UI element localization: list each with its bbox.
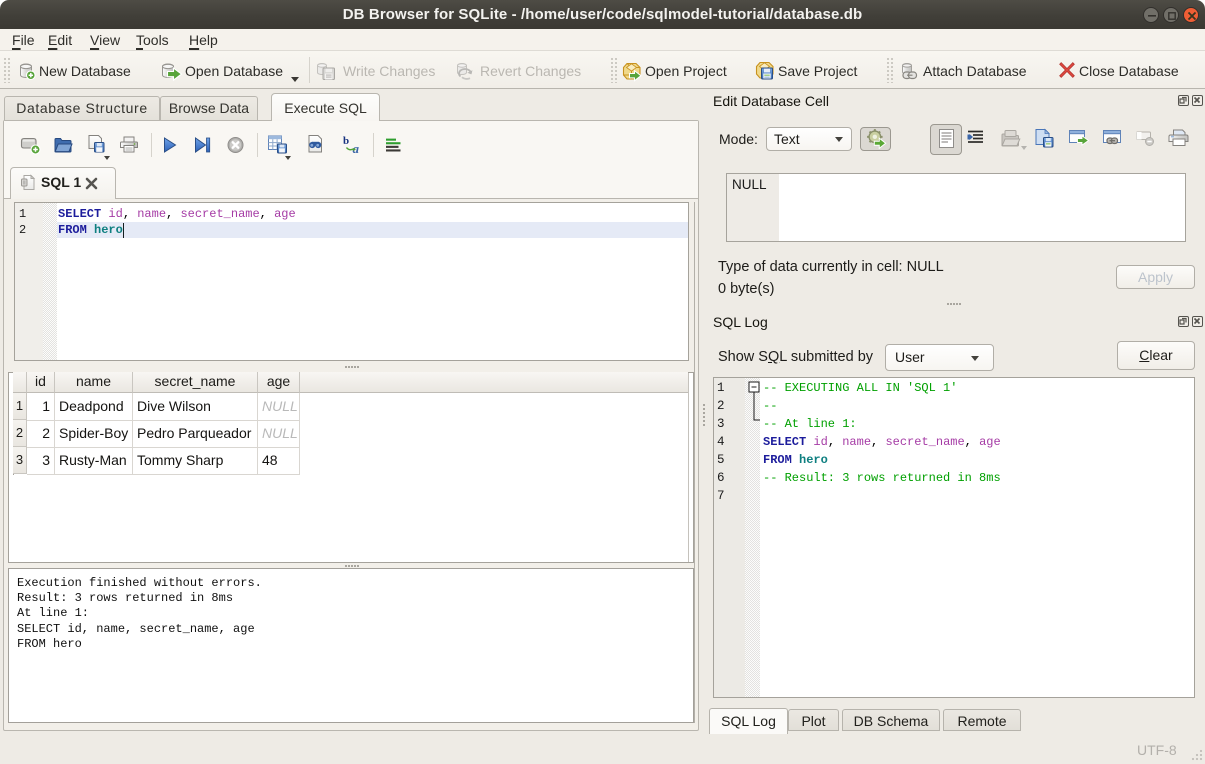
svg-text:a: a bbox=[353, 141, 360, 155]
svg-text:b: b bbox=[343, 135, 349, 147]
